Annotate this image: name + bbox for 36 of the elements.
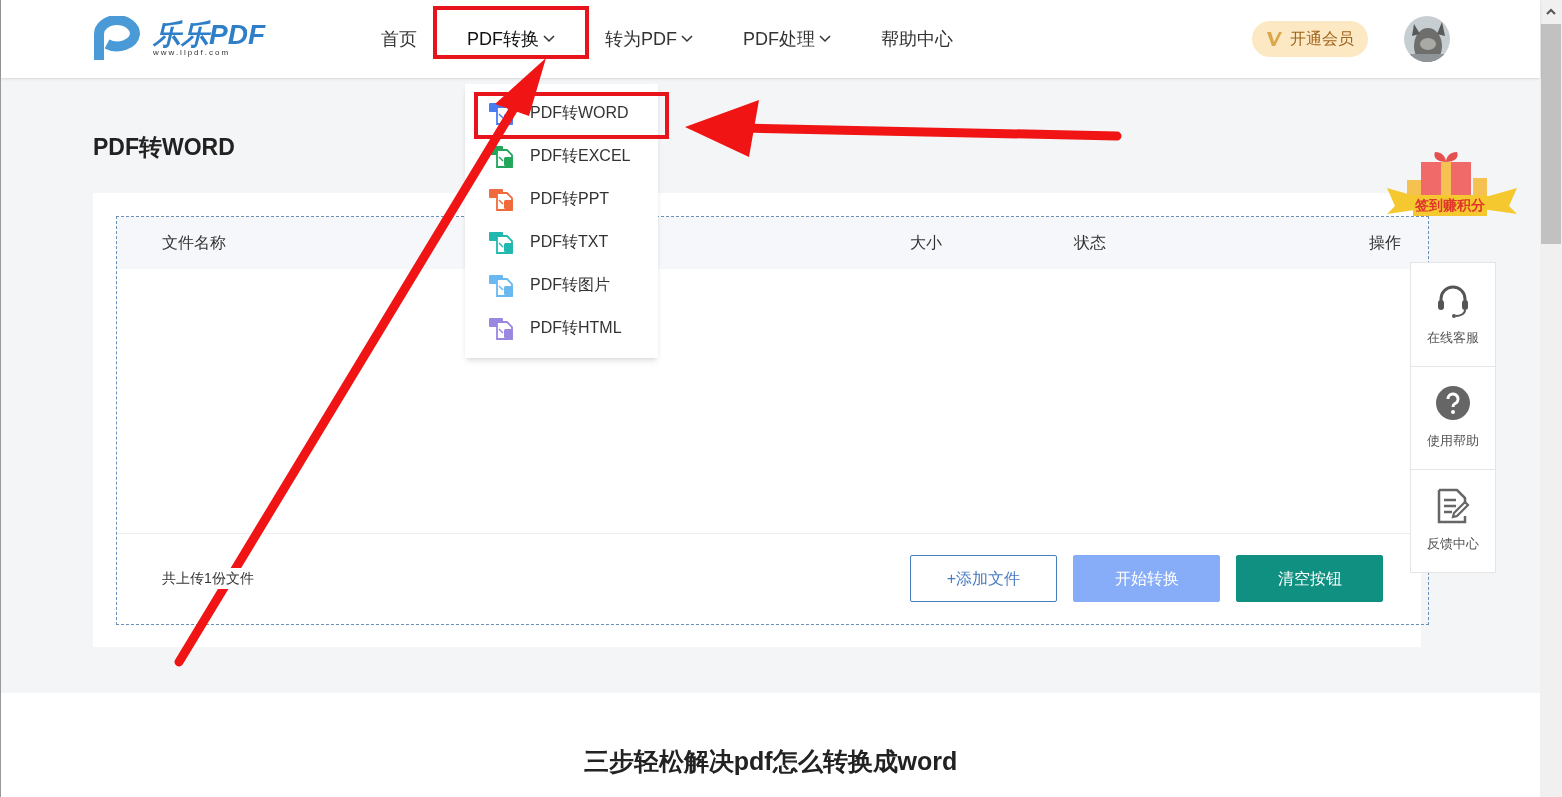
- nav-menu-item[interactable]: PDF处理: [743, 25, 831, 53]
- nav-menu-item[interactable]: 首页: [381, 25, 417, 53]
- dropdown-item[interactable]: PDF转EXCEL: [465, 134, 658, 178]
- page-title: PDF转WORD: [93, 133, 235, 162]
- dropdown-item[interactable]: PDF转TXT: [465, 220, 658, 264]
- scroll-up-icon: [1546, 8, 1556, 16]
- action-button[interactable]: 清空按钮: [1236, 555, 1383, 602]
- side-tool-button[interactable]: 在线客服: [1411, 263, 1495, 366]
- dropdown-item-label: PDF转PPT: [530, 189, 610, 209]
- logo-name: 乐乐PDF: [153, 21, 265, 49]
- signin-badge-label: 签到赚积分: [1413, 195, 1487, 216]
- column-header: 大小: [910, 233, 942, 251]
- column-header: 操作: [1369, 232, 1401, 253]
- dropdown-item[interactable]: PDF转图片: [465, 263, 658, 307]
- action-button[interactable]: +添加文件: [910, 555, 1057, 602]
- section-heading: 三步轻松解决pdf怎么转换成word: [583, 745, 958, 777]
- vip-button[interactable]: 开通会员: [1252, 21, 1368, 57]
- dropdown-item-label: PDF转HTML: [530, 318, 622, 338]
- logo-url: www.llpdf.com: [153, 49, 232, 57]
- column-header: 文件名称: [162, 233, 226, 251]
- dropdown-item-label: PDF转图片: [530, 275, 610, 295]
- dropdown-item-label: PDF转WORD: [530, 103, 629, 123]
- upload-count: 共上传1份文件: [162, 568, 254, 589]
- dropdown-item[interactable]: PDF转PPT: [465, 177, 658, 221]
- edit-document-icon: [1435, 488, 1471, 525]
- dropdown-item-label: PDF转EXCEL: [530, 146, 631, 166]
- dropdown-item[interactable]: PDF转HTML: [465, 306, 658, 350]
- column-header: 状态: [1074, 233, 1106, 251]
- scrollbar-thumb[interactable]: [1541, 24, 1561, 244]
- nav-menu-item[interactable]: PDF转换: [467, 25, 555, 53]
- side-tool-button[interactable]: 反馈中心: [1411, 469, 1495, 572]
- side-tool-button[interactable]: 使用帮助: [1411, 366, 1495, 469]
- help-icon: [1435, 385, 1471, 422]
- dropdown-item-label: PDF转TXT: [530, 232, 609, 252]
- nav-menu-item[interactable]: 帮助中心: [881, 25, 953, 53]
- nav-menu-item[interactable]: 转为PDF: [605, 25, 693, 53]
